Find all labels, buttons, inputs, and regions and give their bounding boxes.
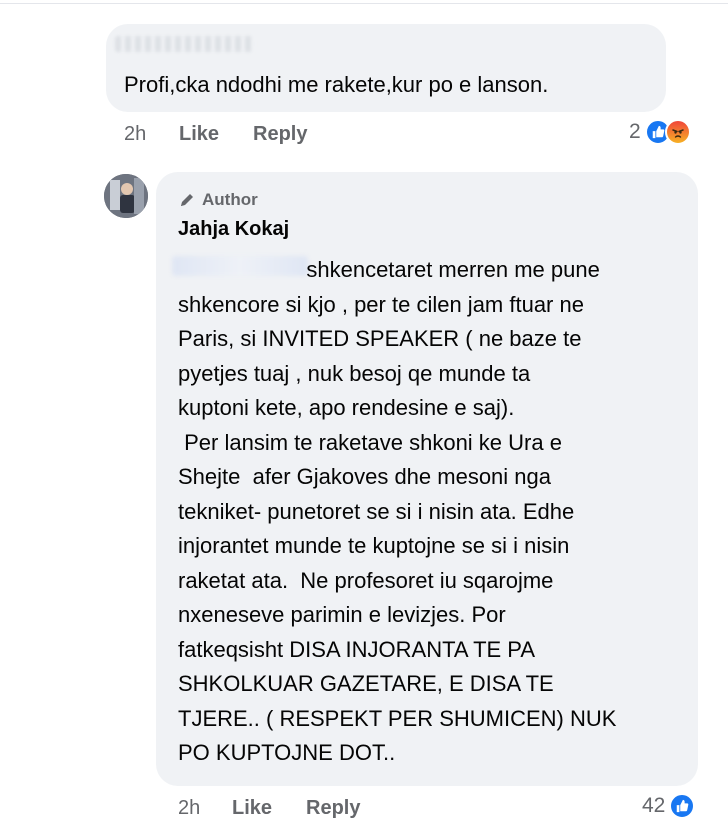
reaction-count: 42 [642, 794, 666, 817]
comment-line: shkencore si kjo , per te cilen jam ftua… [178, 291, 584, 317]
reaction-count: 2 [629, 120, 641, 143]
top-divider [0, 3, 728, 4]
comment-line: tekniket- punetoret se si i nisin ata. E… [178, 498, 575, 524]
comment-line: Paris, si INVITED SPEAKER ( ne baze te [178, 326, 582, 351]
comment-body: shkencetaret merren me pune shkencore si… [178, 253, 698, 771]
comment-line: kuptoni kete, apo rendesine e saj). [178, 395, 515, 420]
reactions-summary[interactable]: 42 [642, 793, 696, 819]
comment-line: pyetjes tuaj , nuk besoj qe munde ta [178, 360, 531, 386]
like-reaction-icon [669, 793, 696, 819]
angry-reaction-icon [664, 119, 691, 145]
comment-line: PO KUPTOJNE DOT.. [178, 740, 396, 765]
author-avatar[interactable] [104, 174, 148, 218]
like-button[interactable]: Like [179, 123, 219, 146]
pencil-icon [181, 194, 193, 206]
author-badge: Author [178, 190, 258, 210]
comment-actions: 2h Like Reply [124, 123, 424, 149]
comment-line: Per lansim te raketave shkoni ke Ura e [178, 429, 562, 455]
comment-line: raketat ata. Ne profesoret iu sqarojme [178, 567, 554, 593]
reply-button[interactable]: Reply [253, 123, 307, 146]
comment-line: TJERE.. ( RESPEKT PER SHUMICEN) NUK [178, 705, 617, 731]
comment-line: fatkeqsisht DISA INJORANTA TE PA [178, 636, 536, 662]
reactions-summary[interactable]: 2 [629, 119, 691, 145]
commenter-name[interactable]: Jahja Kokaj [178, 218, 289, 241]
comment-time[interactable]: 2h [178, 797, 200, 820]
comment-line: shkencetaret merren me pune [178, 257, 600, 282]
like-button[interactable]: Like [232, 797, 272, 820]
comment-line: SHKOLKUAR GAZETARE, E DISA TE [178, 671, 554, 696]
comment-line: Shejte afer Gjakoves dhe mesoni nga [178, 464, 552, 489]
comment-actions: 2h Like Reply [178, 797, 478, 823]
comment-text: Profi,cka ndodhi me rakete,kur po e lans… [124, 72, 549, 97]
author-badge-label: Author [202, 190, 258, 209]
comment-time[interactable]: 2h [124, 123, 146, 146]
comment-line: injorantet munde te kuptojne se si i nis… [178, 533, 570, 558]
comment-line: nxeneseve parimin e levizjes. Por [178, 602, 506, 627]
reply-button[interactable]: Reply [306, 797, 360, 820]
redacted-commenter-name [115, 36, 255, 52]
